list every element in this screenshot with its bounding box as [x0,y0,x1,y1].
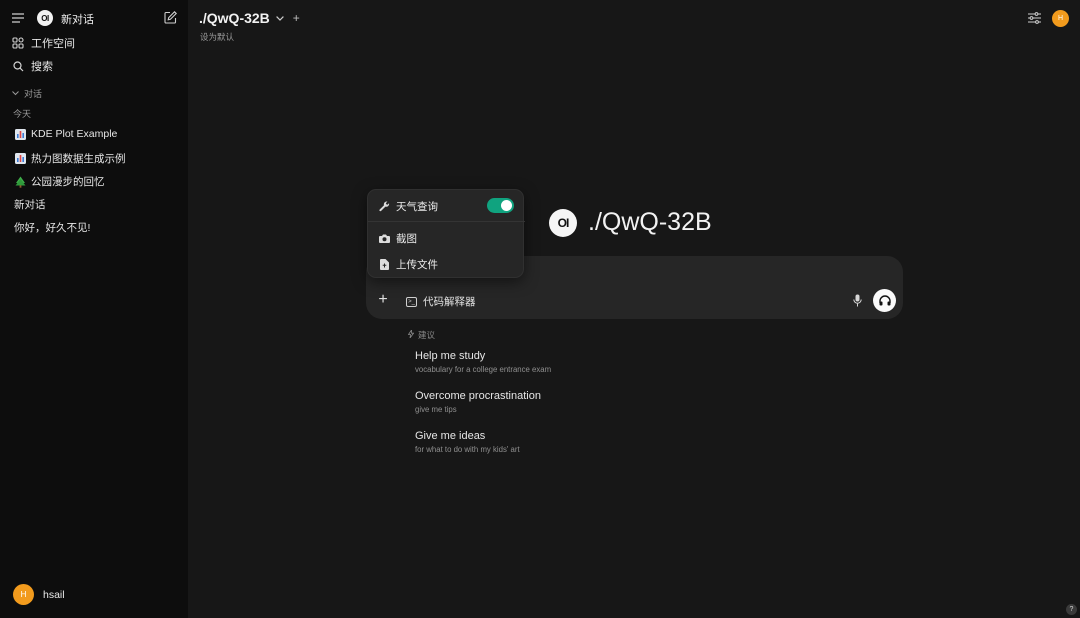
code-interpreter-button[interactable]: >_ 代码解释器 [406,294,476,309]
bar-chart-icon [14,128,26,140]
suggestions-header: 建议 [407,328,436,341]
bolt-icon [407,328,415,340]
sidebar: OI 新对话 工作空间 搜索 对话 今天 KDE Plot Example 热力… [0,0,188,618]
menu-item-screenshot[interactable]: 截图 [379,231,417,246]
chevron-down-icon [12,91,19,96]
hero-title: ./QwQ-32B [588,208,712,236]
chat-item-label: 你好，好久不见! [14,222,91,234]
chat-item[interactable]: 公园漫步的回忆 [14,174,105,189]
tree-icon [14,176,26,188]
sliders-icon[interactable] [1027,11,1041,25]
grid-icon [11,36,25,50]
chat-item-label: 公园漫步的回忆 [31,176,105,188]
new-chat-edit-icon[interactable] [163,10,177,24]
avatar[interactable]: H [1052,10,1069,27]
suggestion-item[interactable]: Overcome procrastination give me tips [415,390,541,414]
menu-icon[interactable] [11,12,24,24]
suggestion-subtitle: vocabulary for a college entrance exam [415,365,552,374]
terminal-icon: >_ [406,296,417,307]
sidebar-item-label: 搜索 [31,61,53,73]
microphone-icon[interactable] [850,293,864,307]
chat-item[interactable]: KDE Plot Example [14,128,117,140]
divider [368,221,525,222]
user-menu[interactable]: H hsail [13,584,65,605]
chat-item-label: 热力图数据生成示例 [31,153,126,165]
suggestion-item[interactable]: Help me study vocabulary for a college e… [415,350,551,374]
hero: OI ./QwQ-32B [549,208,712,237]
chevron-down-icon [275,15,284,21]
model-logo: OI [549,208,577,237]
search-icon [11,59,25,73]
suggestion-title: Overcome procrastination [415,390,541,402]
add-attachment-button[interactable]: + [376,291,390,308]
chat-item[interactable]: 热力图数据生成示例 [14,151,126,166]
sidebar-item-label: 工作空间 [31,38,75,50]
tools-popover: 天气查询 截图 上传文件 [367,189,525,278]
suggestion-title: Give me ideas [415,430,486,442]
chats-section-toggle[interactable]: 对话 [12,87,42,100]
sidebar-item-search[interactable]: 搜索 [0,55,188,77]
suggestions-header-label: 建议 [418,330,436,340]
camera-icon [379,233,390,244]
menu-item-label: 截图 [396,233,417,245]
group-label-today: 今天 [13,109,32,119]
weather-query-toggle[interactable] [487,198,514,213]
tool-weather-query[interactable]: 天气查询 [379,199,438,214]
wrench-icon [379,201,390,212]
sidebar-header: OI 新对话 [0,0,188,36]
suggestion-subtitle: give me tips [415,405,457,414]
menu-item-label: 上传文件 [396,259,438,271]
chat-item[interactable]: 新对话 [14,197,46,212]
suggestion-title: Help me study [415,350,486,362]
suggestion-subtitle: for what to do with my kids' art [415,445,520,454]
model-selector[interactable]: ./QwQ-32B + [199,10,300,26]
help-button[interactable]: ? [1066,604,1077,615]
voice-mode-button[interactable] [873,289,896,312]
avatar: H [13,584,34,605]
file-icon [379,259,390,270]
code-interpreter-label: 代码解释器 [423,296,476,308]
suggestion-item[interactable]: Give me ideas for what to do with my kid… [415,430,520,454]
tool-label: 天气查询 [396,201,438,213]
chat-item-label: KDE Plot Example [31,128,118,140]
menu-item-upload-file[interactable]: 上传文件 [379,257,438,272]
set-default-link[interactable]: 设为默认 [200,31,234,43]
bar-chart-icon [14,153,26,165]
app-logo[interactable]: OI [37,10,53,26]
user-name: hsail [43,588,65,601]
new-chat-label[interactable]: 新对话 [61,11,94,27]
chat-item[interactable]: 你好，好久不见! [14,220,90,235]
sidebar-item-workspace[interactable]: 工作空间 [0,32,188,54]
add-model-button[interactable]: + [293,11,300,25]
chats-section-label: 对话 [24,89,43,99]
headphones-icon [878,295,891,306]
model-name: ./QwQ-32B [199,10,270,26]
chat-item-label: 新对话 [14,199,46,211]
